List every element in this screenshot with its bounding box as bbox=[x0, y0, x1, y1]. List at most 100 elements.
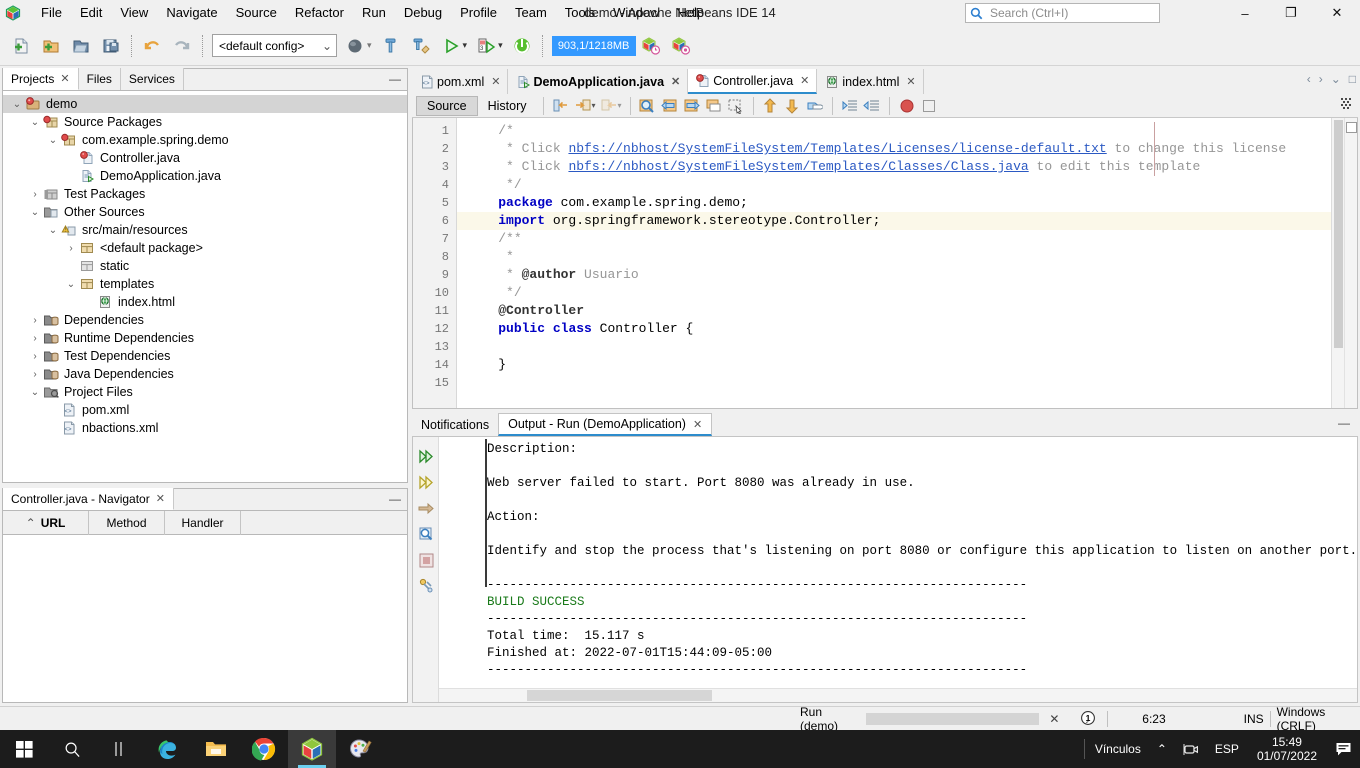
tree-node-templates[interactable]: ⌄ templates bbox=[3, 275, 407, 293]
code-line[interactable]: @Controller bbox=[457, 302, 1331, 320]
chevron-down-icon[interactable]: ⌄ bbox=[63, 279, 79, 290]
tab-source[interactable]: Source bbox=[416, 95, 478, 116]
code-line[interactable]: /** bbox=[457, 230, 1331, 248]
editor-options-icon[interactable] bbox=[1340, 97, 1354, 111]
close-icon[interactable]: ✕ bbox=[693, 418, 702, 431]
editor-tab-controller-java[interactable]: Controller.java ✕ bbox=[688, 69, 818, 94]
notification-badge[interactable]: 1 bbox=[1079, 710, 1097, 728]
menu-debug[interactable]: Debug bbox=[395, 2, 451, 24]
chevron-down-icon[interactable]: ⌄ bbox=[27, 387, 43, 398]
run-project-icon[interactable] bbox=[436, 30, 466, 62]
open-project-icon[interactable] bbox=[66, 30, 96, 62]
forward-icon[interactable] bbox=[413, 495, 439, 521]
code-line[interactable]: */ bbox=[457, 176, 1331, 194]
tab-list-icon[interactable]: ⌄ bbox=[1331, 72, 1341, 86]
stop-icon[interactable] bbox=[413, 547, 439, 573]
chevron-down-icon[interactable]: ⌄ bbox=[27, 117, 43, 128]
cancel-task-icon[interactable]: ✕ bbox=[1049, 712, 1059, 726]
tree-node-java-dependencies[interactable]: › Java Dependencies bbox=[3, 365, 407, 383]
menu-source[interactable]: Source bbox=[227, 2, 286, 24]
tree-node-static[interactable]: static bbox=[3, 257, 407, 275]
column-header-method[interactable]: Method bbox=[89, 511, 165, 535]
maximize-editor-icon[interactable]: □ bbox=[1349, 72, 1356, 86]
tree-node-project-files[interactable]: ⌄ Project Files bbox=[3, 383, 407, 401]
toggle-rect-selection-icon[interactable] bbox=[725, 96, 747, 116]
editor-tab-pom-xml[interactable]: <> pom.xml ✕ bbox=[412, 69, 509, 94]
tree-node-other-sources[interactable]: ⌄ Other Sources bbox=[3, 203, 407, 221]
chevron-right-icon[interactable]: › bbox=[27, 369, 43, 380]
tab-projects[interactable]: Projects ✕ bbox=[3, 68, 79, 90]
project-config-combo[interactable]: <default config> ⌄ bbox=[212, 34, 337, 57]
clean-build-icon[interactable] bbox=[406, 30, 436, 62]
code-line[interactable]: public class Controller { bbox=[457, 320, 1331, 338]
tray-links-label[interactable]: Vínculos bbox=[1087, 730, 1149, 768]
code-line[interactable]: * @author Usuario bbox=[457, 266, 1331, 284]
menu-view[interactable]: View bbox=[111, 2, 157, 24]
menu-window[interactable]: Window bbox=[604, 2, 668, 24]
code-line[interactable] bbox=[457, 374, 1331, 392]
tab-files[interactable]: Files bbox=[78, 68, 121, 90]
code-line[interactable]: */ bbox=[457, 284, 1331, 302]
paint-button[interactable] bbox=[336, 730, 384, 768]
team-history-icon[interactable] bbox=[666, 30, 696, 62]
stop-macro-recording-icon[interactable] bbox=[918, 96, 940, 116]
chevron-down-icon[interactable]: ⌄ bbox=[9, 99, 25, 110]
rerun-with-different-params-icon[interactable] bbox=[413, 469, 439, 495]
global-search-box[interactable]: Search (Ctrl+I) bbox=[965, 3, 1160, 23]
redo-icon[interactable] bbox=[167, 30, 197, 62]
chevron-down-icon[interactable]: ⌄ bbox=[45, 135, 61, 146]
profile-icon[interactable] bbox=[636, 30, 666, 62]
debug-project-icon[interactable]: 3 bbox=[471, 30, 501, 62]
code-content[interactable]: /* * Click nbfs://nbhost/SystemFileSyste… bbox=[457, 118, 1331, 408]
forward-icon[interactable] bbox=[598, 96, 620, 116]
menu-refactor[interactable]: Refactor bbox=[286, 2, 353, 24]
menu-edit[interactable]: Edit bbox=[71, 2, 111, 24]
menu-help[interactable]: Help bbox=[668, 2, 713, 24]
settings-icon[interactable] bbox=[413, 573, 439, 599]
tree-node-runtime-dependencies[interactable]: › Runtime Dependencies bbox=[3, 329, 407, 347]
maximize-button[interactable]: ❐ bbox=[1268, 0, 1314, 26]
editor-tab-demoapplication-java[interactable]: DemoApplication.java ✕ bbox=[508, 69, 689, 94]
task-view-button[interactable] bbox=[96, 730, 144, 768]
menu-navigate[interactable]: Navigate bbox=[157, 2, 226, 24]
editor-tab-index-html[interactable]: index.html ✕ bbox=[817, 69, 924, 94]
build-project-icon[interactable] bbox=[376, 30, 406, 62]
minimize-button[interactable]: – bbox=[1222, 0, 1268, 26]
memory-indicator[interactable]: 903,1/1218MB bbox=[551, 35, 636, 56]
code-line[interactable] bbox=[457, 338, 1331, 356]
minimize-icon[interactable]: — bbox=[389, 492, 401, 506]
tab-services[interactable]: Services bbox=[120, 68, 184, 90]
code-line[interactable]: package com.example.spring.demo; bbox=[457, 194, 1331, 212]
tree-node-demoapplication-java[interactable]: DemoApplication.java bbox=[3, 167, 407, 185]
close-icon[interactable]: ✕ bbox=[906, 75, 915, 88]
start-button[interactable] bbox=[0, 730, 48, 768]
rerun-icon[interactable] bbox=[413, 443, 439, 469]
output-console[interactable]: Description: Web server failed to start. … bbox=[439, 437, 1357, 702]
close-icon[interactable]: ✕ bbox=[156, 492, 165, 505]
undo-icon[interactable] bbox=[137, 30, 167, 62]
editor-vertical-scrollbar[interactable] bbox=[1331, 118, 1344, 408]
next-tab-icon[interactable]: › bbox=[1319, 72, 1323, 86]
tree-node-default-package[interactable]: › <default package> bbox=[3, 239, 407, 257]
search-button[interactable] bbox=[48, 730, 96, 768]
edge-button[interactable] bbox=[144, 730, 192, 768]
editor-error-stripe[interactable] bbox=[1344, 118, 1357, 408]
chevron-down-icon[interactable]: ⌄ bbox=[27, 207, 43, 218]
column-header-handler[interactable]: Handler bbox=[165, 511, 241, 535]
close-icon[interactable]: ✕ bbox=[60, 72, 69, 85]
stop-icon[interactable] bbox=[507, 30, 537, 62]
output-tab-notifications[interactable]: Notifications bbox=[412, 413, 498, 436]
tree-node-nbactions-xml[interactable]: <> nbactions.xml bbox=[3, 419, 407, 437]
new-file-icon[interactable] bbox=[6, 30, 36, 62]
tree-node-index-html[interactable]: index.html bbox=[3, 293, 407, 311]
code-line[interactable]: import org.springframework.stereotype.Co… bbox=[457, 212, 1331, 230]
output-horizontal-scrollbar[interactable] bbox=[439, 688, 1357, 702]
close-button[interactable]: ✕ bbox=[1314, 0, 1360, 26]
menu-profile[interactable]: Profile bbox=[451, 2, 506, 24]
minimize-icon[interactable]: — bbox=[389, 72, 401, 86]
chevron-right-icon[interactable]: › bbox=[27, 333, 43, 344]
project-tree[interactable]: ⌄ demo ⌄ Source Packages ⌄ com.example.spring… bbox=[3, 91, 407, 482]
code-line[interactable]: /* bbox=[457, 122, 1331, 140]
chevron-right-icon[interactable]: › bbox=[27, 315, 43, 326]
toggle-bookmark-icon[interactable] bbox=[703, 96, 725, 116]
